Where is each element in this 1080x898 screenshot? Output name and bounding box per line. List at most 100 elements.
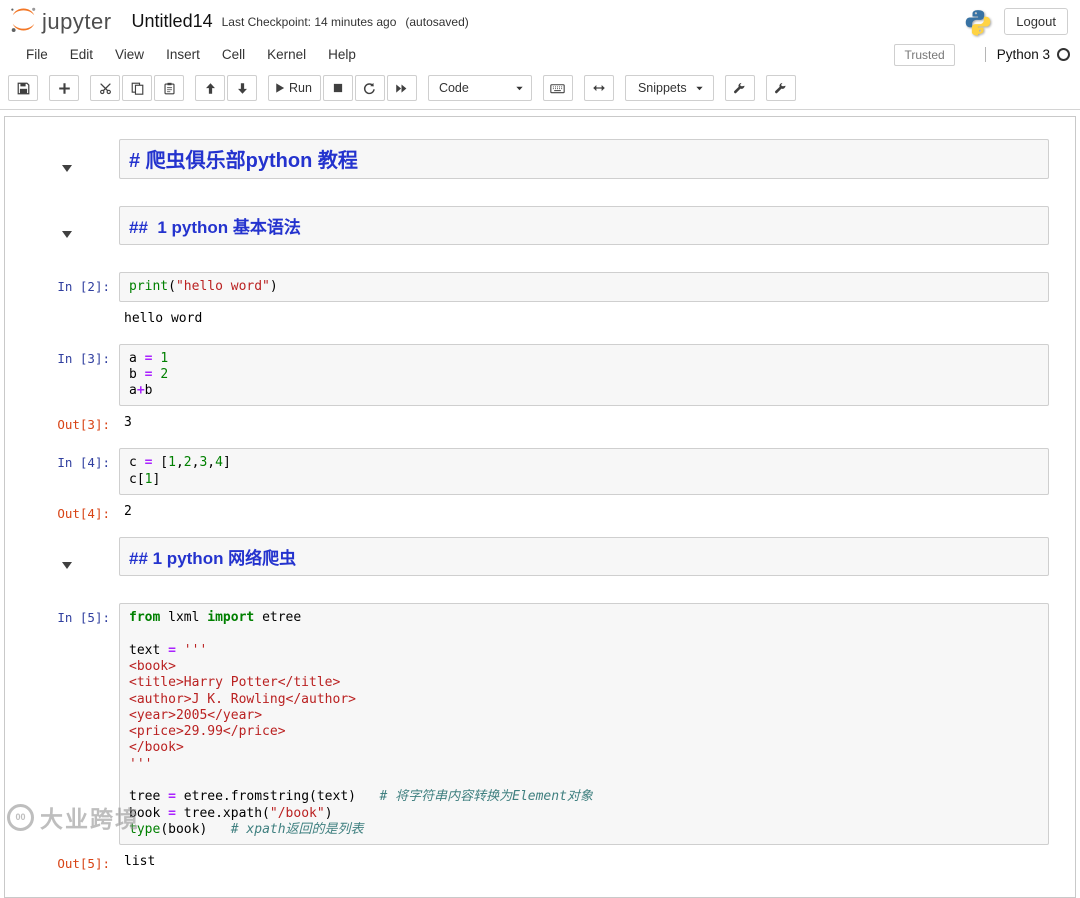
- checkpoint-status: Last Checkpoint: 14 minutes ago: [222, 15, 397, 29]
- cell-width-button[interactable]: [584, 75, 614, 101]
- menu-edit[interactable]: Edit: [59, 42, 104, 67]
- play-icon: [274, 82, 286, 94]
- cell-type-select[interactable]: Code: [428, 75, 532, 101]
- cell-list: # 爬虫俱乐部python 教程 ## 1 python 基本语法 In [2]:p…: [5, 139, 1075, 871]
- notebook-title[interactable]: Untitled14: [132, 11, 213, 32]
- save-icon: [17, 82, 30, 95]
- prompt-area: [5, 537, 119, 576]
- trusted-badge: Trusted: [894, 44, 954, 66]
- cell-output: hello word: [119, 306, 1049, 327]
- run-button-label: Run: [289, 81, 312, 95]
- code-input-area[interactable]: print("hello word"): [119, 272, 1049, 302]
- caret-down-icon: [695, 84, 704, 93]
- code-cell[interactable]: In [4]:c = [1,2,3,4] c[1]Out[4]:2: [5, 448, 1075, 521]
- menu-file[interactable]: File: [15, 42, 59, 67]
- code-input-area[interactable]: c = [1,2,3,4] c[1]: [119, 448, 1049, 495]
- markdown-heading-text: # 爬虫俱乐部python 教程: [119, 139, 1049, 179]
- wrench-icon: [733, 82, 746, 95]
- markdown-cell[interactable]: # 爬虫俱乐部python 教程: [5, 139, 1075, 179]
- menu-kernel[interactable]: Kernel: [256, 42, 317, 67]
- logout-button[interactable]: Logout: [1004, 8, 1068, 35]
- notebook: # 爬虫俱乐部python 教程 ## 1 python 基本语法 In [2]:p…: [4, 116, 1076, 898]
- move-cell-down-button[interactable]: [227, 75, 257, 101]
- cell-output: 3: [119, 410, 1049, 432]
- configurator-button[interactable]: [766, 75, 796, 101]
- prompt-area: [5, 206, 119, 245]
- jupyter-wordmark: jupyter: [42, 9, 112, 35]
- prompt-area: In [4]:: [5, 448, 119, 495]
- menu-list: FileEditViewInsertCellKernelHelp: [15, 42, 367, 67]
- notebook-site: # 爬虫俱乐部python 教程 ## 1 python 基本语法 In [2]:p…: [0, 110, 1080, 898]
- header: jupyter Untitled14 Last Checkpoint: 14 m…: [0, 0, 1080, 40]
- snippets-dropdown[interactable]: Snippets: [625, 75, 714, 101]
- prompt-area: In [2]:: [5, 272, 119, 302]
- stop-icon: [332, 82, 344, 94]
- menu-view[interactable]: View: [104, 42, 155, 67]
- collapse-heading-arrow-icon[interactable]: [62, 231, 72, 238]
- menu-cell[interactable]: Cell: [211, 42, 256, 67]
- plus-icon: [58, 82, 71, 95]
- copy-cells-button[interactable]: [122, 75, 152, 101]
- code-cell[interactable]: In [5]:from lxml import etree text = '''…: [5, 603, 1075, 871]
- menu-insert[interactable]: Insert: [155, 42, 211, 67]
- input-prompt: In [5]:: [5, 603, 119, 625]
- scissors-icon: [99, 82, 112, 95]
- snippets-dropdown-label: Snippets: [638, 81, 687, 95]
- input-prompt: In [2]:: [5, 272, 119, 294]
- output-prompt-area: Out[4]:: [5, 499, 119, 521]
- command-palette-button[interactable]: [543, 75, 573, 101]
- code-input-area[interactable]: from lxml import etree text = ''' <book>…: [119, 603, 1049, 845]
- cut-cells-button[interactable]: [90, 75, 120, 101]
- interrupt-kernel-button[interactable]: [323, 75, 353, 101]
- cell-type-select-label: Code: [439, 81, 469, 95]
- markdown-cell[interactable]: ## 1 python 基本语法: [5, 206, 1075, 245]
- kernel-name: Python 3: [997, 47, 1050, 62]
- code-input-area[interactable]: a = 1 b = 2 a+b: [119, 344, 1049, 407]
- add-cell-button[interactable]: [49, 75, 79, 101]
- input-prompt: In [3]:: [5, 344, 119, 366]
- jupyter-logo[interactable]: jupyter: [8, 4, 112, 40]
- output-prompt-area: [5, 306, 119, 327]
- wrench-icon: [774, 82, 787, 95]
- cell-output: list: [119, 849, 1049, 871]
- restart-run-all-button[interactable]: [387, 75, 417, 101]
- paste-icon: [163, 82, 176, 95]
- kernel-indicator: Python 3: [985, 47, 1070, 62]
- python-logo: [964, 8, 992, 36]
- save-button[interactable]: [8, 75, 38, 101]
- run-button[interactable]: Run: [268, 75, 321, 101]
- keyboard-icon: [550, 82, 565, 95]
- jupyter-app: jupyter Untitled14 Last Checkpoint: 14 m…: [0, 0, 1080, 898]
- refresh-icon: [363, 82, 376, 95]
- prompt-area: [5, 139, 119, 179]
- jupyter-planet-icon: [8, 4, 39, 40]
- output-prompt-area: Out[3]:: [5, 410, 119, 432]
- prompt-area: In [5]:: [5, 603, 119, 845]
- markdown-cell[interactable]: ## 1 python 网络爬虫: [5, 537, 1075, 576]
- menu-help[interactable]: Help: [317, 42, 367, 67]
- code-cell[interactable]: In [2]:print("hello word") hello word: [5, 272, 1075, 328]
- kernel-idle-icon: [1057, 48, 1070, 61]
- arrow-up-icon: [204, 82, 217, 95]
- arrows-h-icon: [592, 82, 606, 94]
- output-prompt: Out[3]:: [5, 410, 119, 432]
- fast-forward-icon: [395, 82, 408, 95]
- paste-cells-button[interactable]: [154, 75, 184, 101]
- output-prompt: Out[5]:: [5, 849, 119, 871]
- output-prompt-area: Out[5]:: [5, 849, 119, 871]
- markdown-heading-text: ## 1 python 网络爬虫: [119, 537, 1049, 576]
- output-prompt: Out[4]:: [5, 499, 119, 521]
- move-cell-up-button[interactable]: [195, 75, 225, 101]
- input-prompt: In [4]:: [5, 448, 119, 470]
- restart-kernel-button[interactable]: [355, 75, 385, 101]
- prompt-area: In [3]:: [5, 344, 119, 407]
- nbextensions-button[interactable]: [725, 75, 755, 101]
- markdown-heading-text: ## 1 python 基本语法: [119, 206, 1049, 245]
- collapse-heading-arrow-icon[interactable]: [62, 562, 72, 569]
- arrow-down-icon: [236, 82, 249, 95]
- caret-down-icon: [515, 84, 524, 93]
- collapse-heading-arrow-icon[interactable]: [62, 165, 72, 172]
- cell-output: 2: [119, 499, 1049, 521]
- code-cell[interactable]: In [3]:a = 1 b = 2 a+bOut[3]:3: [5, 344, 1075, 433]
- autosave-status: (autosaved): [405, 15, 468, 29]
